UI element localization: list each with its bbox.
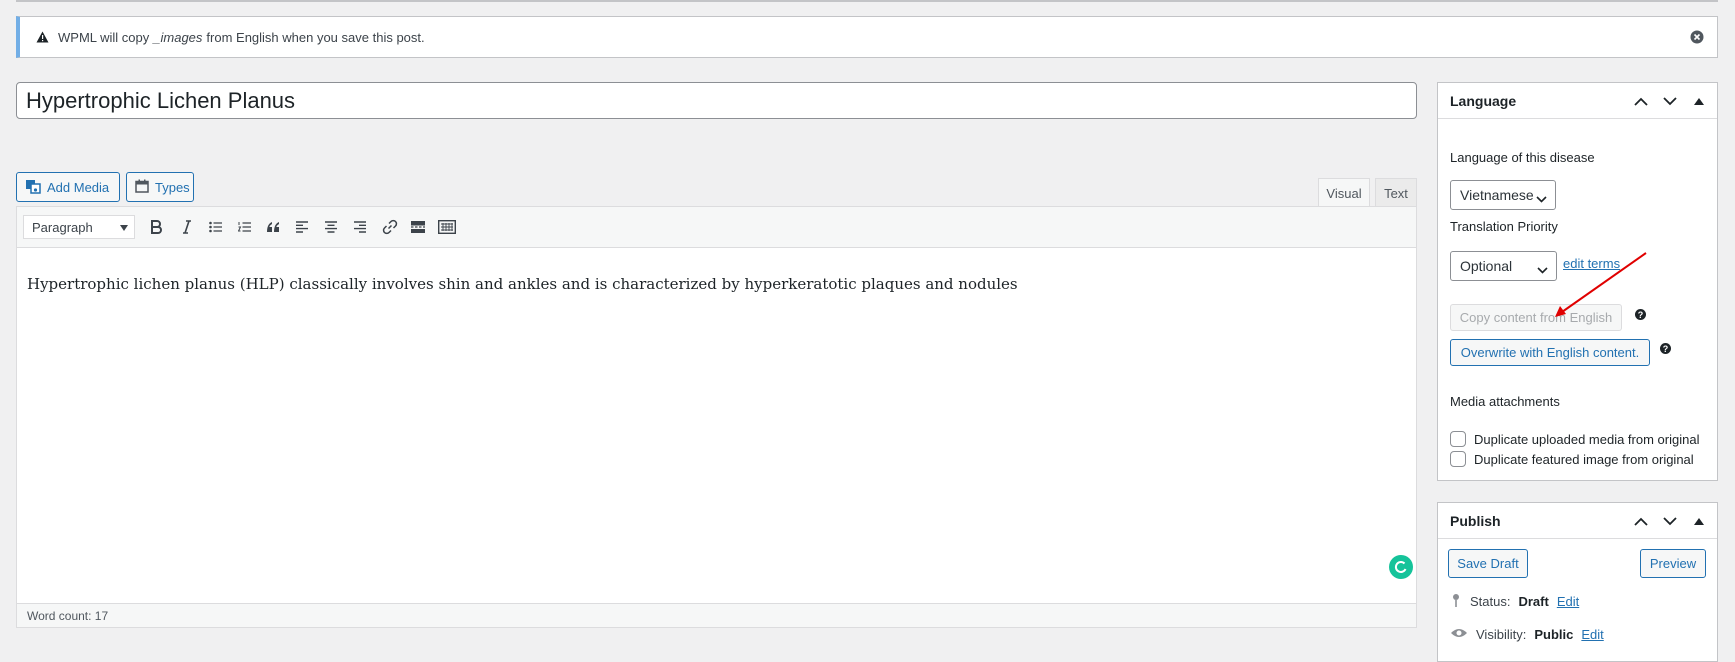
chevron-down-icon <box>1537 261 1548 277</box>
align-right-icon[interactable] <box>349 216 371 238</box>
numbered-list-icon[interactable] <box>234 216 256 238</box>
align-left-icon[interactable] <box>291 216 313 238</box>
translation-priority-label: Translation Priority <box>1450 219 1558 234</box>
duplicate-media-label: Duplicate uploaded media from original <box>1474 431 1700 447</box>
overwrite-content-button[interactable]: Overwrite with English content. <box>1450 339 1650 366</box>
notice-text-after: from English when you save this post. <box>206 29 425 45</box>
duplicate-featured-option[interactable]: Duplicate featured image from original <box>1450 451 1694 467</box>
chevron-down-icon[interactable] <box>1660 512 1680 530</box>
duplicate-media-checkbox[interactable] <box>1450 431 1466 447</box>
duplicate-featured-label: Duplicate featured image from original <box>1474 451 1694 467</box>
warning-icon <box>36 31 52 43</box>
add-media-button[interactable]: Add Media <box>16 172 120 202</box>
dismiss-icon[interactable] <box>1689 29 1705 45</box>
editor-content[interactable]: Hypertrophic lichen planus (HLP) classic… <box>27 275 1018 293</box>
wpml-notice: WPML will copy _images from English when… <box>16 16 1718 58</box>
bold-icon[interactable] <box>145 216 167 238</box>
chevron-down-icon[interactable] <box>1660 92 1680 110</box>
visibility-row: Visibility: Public Edit <box>1450 627 1604 642</box>
collapse-triangle-icon[interactable] <box>1689 512 1709 530</box>
visibility-value: Public <box>1534 627 1574 642</box>
duplicate-featured-checkbox[interactable] <box>1450 451 1466 467</box>
format-select[interactable]: Paragraph <box>23 215 135 239</box>
publish-box: Publish Save Draft Preview Status: Draft… <box>1437 502 1718 662</box>
edit-status-link[interactable]: Edit <box>1557 594 1579 609</box>
edit-terms-link[interactable]: edit terms <box>1563 256 1620 271</box>
save-draft-button[interactable]: Save Draft <box>1448 549 1528 578</box>
calendar-icon <box>135 179 149 196</box>
chevron-up-icon[interactable] <box>1631 92 1651 110</box>
media-attachments-label: Media attachments <box>1450 394 1560 409</box>
publish-box-header: Publish <box>1438 503 1717 539</box>
language-label: Language of this disease <box>1450 150 1595 165</box>
language-select[interactable]: Vietnamese <box>1450 180 1556 210</box>
link-icon[interactable] <box>379 216 401 238</box>
italic-icon[interactable] <box>176 216 198 238</box>
preview-button[interactable]: Preview <box>1640 549 1706 578</box>
status-value: Draft <box>1518 594 1549 609</box>
read-more-icon[interactable] <box>407 216 429 238</box>
tab-visual[interactable]: Visual <box>1318 178 1370 207</box>
top-divider <box>16 0 1718 2</box>
language-box-title: Language <box>1450 92 1517 109</box>
blockquote-icon[interactable] <box>262 216 284 238</box>
bulleted-list-icon[interactable] <box>205 216 227 238</box>
content-editor: Paragraph Hypertrophic lichen planus (HL… <box>16 206 1417 628</box>
editor-toolbar: Paragraph <box>17 207 1416 248</box>
translation-priority-select[interactable]: Optional <box>1450 251 1557 281</box>
publish-box-title: Publish <box>1450 512 1501 529</box>
pin-icon <box>1450 593 1462 610</box>
language-value: Vietnamese <box>1460 187 1534 203</box>
notice-text-before: WPML will copy <box>58 29 150 45</box>
eye-icon <box>1450 627 1468 642</box>
types-label: Types <box>155 179 190 195</box>
help-icon[interactable]: ? <box>1660 343 1671 354</box>
duplicate-media-option[interactable]: Duplicate uploaded media from original <box>1450 431 1699 447</box>
align-center-icon[interactable] <box>320 216 342 238</box>
chevron-up-icon[interactable] <box>1631 512 1651 530</box>
caret-down-icon <box>120 225 128 231</box>
notice-field: _images <box>153 29 203 45</box>
types-button[interactable]: Types <box>126 172 194 202</box>
status-row: Status: Draft Edit <box>1450 593 1579 610</box>
copy-content-button[interactable]: Copy content from English <box>1450 304 1622 331</box>
edit-visibility-link[interactable]: Edit <box>1581 627 1603 642</box>
visibility-label: Visibility: <box>1476 627 1527 642</box>
add-media-icon <box>25 178 41 197</box>
language-box: Language Language of this disease Vietna… <box>1437 82 1718 481</box>
format-value: Paragraph <box>32 219 93 235</box>
language-box-header: Language <box>1438 83 1717 119</box>
priority-value: Optional <box>1460 258 1513 274</box>
grammarly-icon[interactable] <box>1389 555 1413 579</box>
collapse-triangle-icon[interactable] <box>1689 92 1709 110</box>
add-media-label: Add Media <box>47 179 110 195</box>
tab-text[interactable]: Text <box>1375 178 1417 207</box>
help-icon[interactable]: ? <box>1635 309 1646 320</box>
chevron-down-icon <box>1536 190 1547 206</box>
toolbar-toggle-icon[interactable] <box>436 216 458 238</box>
word-count: Word count: 17 <box>17 603 1416 627</box>
post-title-input[interactable]: Hypertrophic Lichen Planus <box>16 82 1417 119</box>
status-label: Status: <box>1470 594 1511 609</box>
